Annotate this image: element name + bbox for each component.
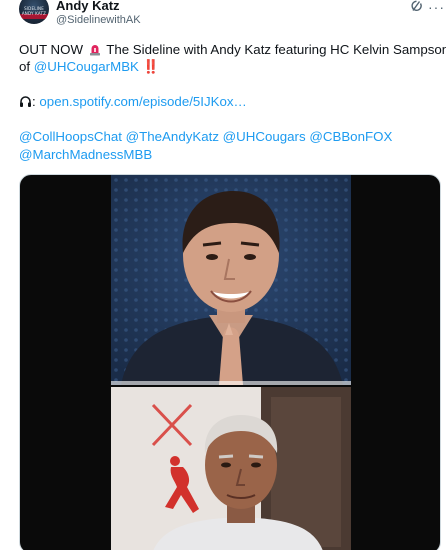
- headphones-icon: [20, 96, 31, 107]
- avatar-logo-text: SIDELINE ANDY KATZ: [21, 6, 47, 16]
- video-frame-kelvin-sampson: [111, 387, 351, 550]
- spotify-link[interactable]: open.spotify.com/episode/5IJKox…: [39, 94, 246, 109]
- tweet-line-mentions-2: @MarchMadnessMBB: [19, 144, 152, 165]
- rotating-light-icon: [89, 45, 100, 56]
- avatar[interactable]: SIDELINE ANDY KATZ: [19, 0, 49, 24]
- double-exclamation-icon: ‼️: [142, 59, 160, 74]
- mention-collhoopschat[interactable]: @CollHoopsChat: [19, 129, 122, 144]
- grok-icon[interactable]: [410, 0, 424, 13]
- mention-uhcougarmbk[interactable]: @UHCougarMBK: [34, 59, 139, 74]
- of-text: of: [19, 59, 31, 74]
- author-name[interactable]: Andy Katz: [56, 0, 120, 13]
- mention-uhcougars[interactable]: @UHCougars: [223, 129, 306, 144]
- mention-cbbonfox[interactable]: @CBBonFOX: [309, 129, 392, 144]
- tweet-title-text: The Sideline with Andy Katz featuring HC…: [106, 42, 446, 57]
- andy-katz-video-image: [111, 175, 351, 385]
- mention-theandykatz[interactable]: @TheAndyKatz: [126, 129, 219, 144]
- spotify-colon: :: [32, 94, 36, 109]
- video-player[interactable]: [19, 174, 441, 550]
- tweet-line-spotify: : open.spotify.com/episode/5IJKox…: [19, 91, 247, 112]
- more-icon[interactable]: ···: [428, 0, 445, 14]
- tweet-header: SIDELINE ANDY KATZ Andy Katz @Sidelinewi…: [0, 0, 446, 40]
- kelvin-sampson-video-image: [111, 387, 351, 550]
- video-frame-andy-katz: [111, 175, 351, 385]
- author-handle[interactable]: @SidelinewithAK: [56, 14, 141, 26]
- out-now-text: OUT NOW: [19, 42, 84, 57]
- mention-marchmadnessmbb[interactable]: @MarchMadnessMBB: [19, 147, 152, 162]
- tweet-line-2: of @UHCougarMBK ‼️: [19, 56, 159, 77]
